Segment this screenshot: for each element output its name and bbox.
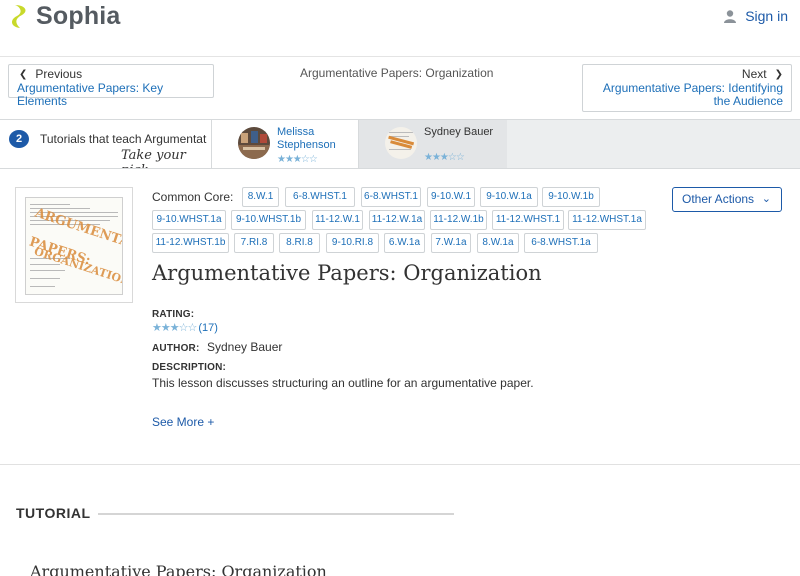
tutor-name: Sydney Bauer bbox=[424, 126, 494, 138]
standard-tag[interactable]: 11-12.W.1 bbox=[312, 210, 363, 230]
previous-tutorial-button[interactable]: ❮ Previous Argumentative Papers: Key Ele… bbox=[8, 64, 214, 108]
standard-tag[interactable]: 11-12.W.1a bbox=[369, 210, 425, 230]
avatar bbox=[238, 127, 270, 159]
thumbnail-document: ARGUMENTATIVE PAPERS: ORGANIZATION bbox=[25, 197, 123, 295]
standard-tag[interactable]: 11-12.WHST.1a bbox=[568, 210, 646, 230]
lesson-details: ARGUMENTATIVE PAPERS: ORGANIZATION Commo… bbox=[0, 169, 800, 465]
standard-tag[interactable]: 8.RI.8 bbox=[279, 233, 320, 253]
standard-tag[interactable]: 9-10.W.1a bbox=[480, 187, 538, 207]
next-label: Next bbox=[741, 67, 767, 81]
standard-tag[interactable]: 6-8.WHST.1 bbox=[361, 187, 421, 207]
tutorial-navigation: ❮ Previous Argumentative Papers: Key Ele… bbox=[0, 57, 800, 119]
other-actions-label: Other Actions bbox=[682, 192, 755, 206]
description-text: This lesson discusses structuring an out… bbox=[152, 376, 534, 390]
standard-tag[interactable]: 7.RI.8 bbox=[234, 233, 274, 253]
standard-tag[interactable]: 6-8.WHST.1 bbox=[285, 187, 355, 207]
next-tutorial-link[interactable]: Argumentative Papers: Identifying the Au… bbox=[591, 82, 783, 108]
tutor-picker-title: Tutorials that teach Argumentat bbox=[40, 132, 207, 146]
author-label: AUTHOR: bbox=[152, 343, 200, 354]
standard-tag[interactable]: 9-10.RI.8 bbox=[326, 233, 379, 253]
tutorial-title: Argumentative Papers: Organization bbox=[30, 562, 327, 576]
next-tutorial-button[interactable]: Next ❯ Argumentative Papers: Identifying… bbox=[582, 64, 792, 112]
current-tutorial-title: Argumentative Papers: Organization bbox=[300, 66, 494, 80]
tutorial-count-badge: 2 bbox=[9, 130, 29, 148]
star-icon: ★★★☆☆ bbox=[152, 322, 197, 334]
tutor-picker: 2 Tutorials that teach Argumentat Take y… bbox=[0, 119, 800, 169]
star-icon: ★★★☆☆ bbox=[424, 152, 465, 163]
author-name: Sydney Bauer bbox=[207, 340, 283, 354]
avatar bbox=[385, 127, 417, 159]
standard-tag[interactable]: 11-12.WHST.1b bbox=[152, 233, 229, 253]
tutor-picker-header: 2 Tutorials that teach Argumentat Take y… bbox=[0, 120, 211, 168]
standard-tag[interactable]: 9-10.WHST.1a bbox=[152, 210, 226, 230]
lesson-title: Argumentative Papers: Organization bbox=[152, 261, 542, 285]
standard-tag[interactable]: 9-10.WHST.1b bbox=[231, 210, 306, 230]
tutorial-heading: TUTORIAL bbox=[16, 505, 91, 521]
description-label: DESCRIPTION: bbox=[152, 362, 227, 373]
rating-count[interactable]: (17) bbox=[198, 322, 218, 334]
sign-in-label: Sign in bbox=[745, 8, 788, 24]
tutor-card-melissa-stephenson[interactable]: Melissa Stephenson ★★★☆☆ bbox=[211, 120, 359, 168]
standard-tag[interactable]: 11-12.W.1b bbox=[430, 210, 487, 230]
standard-tag[interactable]: 6.W.1a bbox=[384, 233, 425, 253]
lesson-thumbnail: ARGUMENTATIVE PAPERS: ORGANIZATION bbox=[15, 187, 133, 303]
standard-tag[interactable]: 8.W.1 bbox=[242, 187, 279, 207]
chevron-left-icon: ❮ bbox=[19, 68, 28, 80]
common-core-label: Common Core: bbox=[152, 190, 234, 204]
see-more-button[interactable]: See More + bbox=[152, 415, 214, 429]
star-icon: ★★★☆☆ bbox=[277, 154, 318, 165]
rating-label: RATING: bbox=[152, 309, 195, 320]
previous-label: Previous bbox=[35, 67, 83, 81]
next-direction: Next ❯ bbox=[591, 67, 783, 81]
standard-tag[interactable]: 9-10.W.1b bbox=[542, 187, 600, 207]
standard-tag[interactable]: 11-12.WHST.1 bbox=[492, 210, 564, 230]
previous-direction: ❮ Previous bbox=[17, 67, 205, 81]
previous-tutorial-link[interactable]: Argumentative Papers: Key Elements bbox=[17, 82, 205, 108]
divider bbox=[98, 513, 454, 515]
tutor-name: Melissa Stephenson bbox=[277, 126, 336, 151]
sophia-logo-icon bbox=[11, 5, 26, 28]
other-actions-dropdown[interactable]: Other Actions ⌄ bbox=[672, 187, 782, 212]
take-your-pick-label: Take your pick: bbox=[121, 148, 186, 168]
chevron-right-icon: ❯ bbox=[774, 68, 783, 80]
logo-text: Sophia bbox=[36, 2, 121, 30]
standard-tag[interactable]: 6-8.WHST.1a bbox=[524, 233, 598, 253]
rating[interactable]: ★★★☆☆ (17) bbox=[152, 321, 218, 335]
user-icon bbox=[724, 9, 737, 23]
tutor-card-sydney-bauer[interactable]: Sydney Bauer ★★★☆☆ bbox=[359, 120, 507, 168]
chevron-down-icon: ⌄ bbox=[761, 193, 771, 205]
sophia-logo[interactable]: Sophia bbox=[9, 2, 121, 31]
sign-in-link[interactable]: Sign in bbox=[724, 8, 788, 24]
standard-tag[interactable]: 7.W.1a bbox=[431, 233, 471, 253]
standard-tag[interactable]: 8.W.1a bbox=[477, 233, 519, 253]
site-header: Sophia Sign in bbox=[0, 0, 800, 57]
standard-tag[interactable]: 9-10.W.1 bbox=[427, 187, 475, 207]
tutorial-section: TUTORIAL Argumentative Papers: Organizat… bbox=[0, 466, 800, 576]
